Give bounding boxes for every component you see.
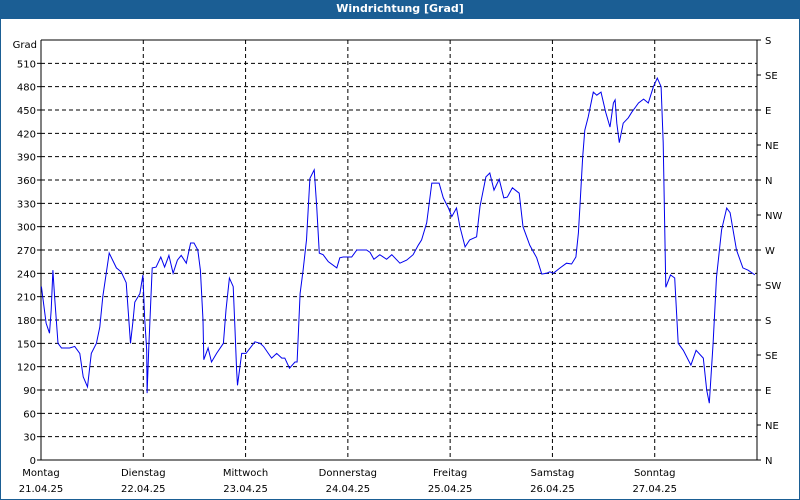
y-tick-label: 330 — [17, 199, 36, 210]
x-tick-day-label: Mittwoch — [223, 468, 268, 479]
y2-tick-label: SE — [765, 351, 778, 362]
y-tick-label: 240 — [17, 269, 36, 280]
x-tick-day-label: Montag — [22, 468, 59, 479]
x-tick-date-label: 23.04.25 — [223, 484, 268, 495]
y2-tick-label: E — [765, 106, 771, 117]
y2-tick-label: N — [765, 176, 772, 187]
y-tick-label: 210 — [17, 293, 36, 304]
y2-tick-label: S — [765, 36, 771, 47]
x-tick-day-label: Sonntag — [634, 468, 676, 479]
y-tick-label: 90 — [23, 386, 36, 397]
y-tick-label: 480 — [17, 83, 36, 94]
y2-tick-label: SW — [765, 281, 781, 292]
y-tick-label: 180 — [17, 316, 36, 327]
y-tick-label: 150 — [17, 339, 36, 350]
x-tick-date-label: 25.04.25 — [428, 484, 473, 495]
y-tick-label: 360 — [17, 176, 36, 187]
y2-tick-label: NW — [765, 211, 782, 222]
x-tick-day-label: Donnerstag — [319, 468, 377, 479]
x-tick-date-label: 27.04.25 — [632, 484, 677, 495]
y2-tick-label: NE — [765, 141, 779, 152]
chart-window: Windrichtung [Grad] Grad 0 30 60 90 120 150 18… — [0, 0, 800, 500]
y2-tick-label: NE — [765, 421, 779, 432]
y2-tick-label: SE — [765, 71, 778, 82]
y-axis-label: Grad — [13, 40, 37, 51]
x-tick-day-label: Samstag — [531, 468, 575, 479]
x-tick-date-label: 21.04.25 — [19, 484, 64, 495]
y-tick-label: 510 — [17, 59, 36, 70]
y2-tick-label: N — [765, 456, 772, 467]
x-tick-date-label: 24.04.25 — [326, 484, 371, 495]
y-tick-label: 420 — [17, 129, 36, 140]
x-tick-date-label: 26.04.25 — [530, 484, 575, 495]
x-tick-day-label: Freitag — [433, 468, 467, 479]
x-tick-day-label: Dienstag — [121, 468, 166, 479]
y-tick-label: 270 — [17, 246, 36, 257]
series-line-windrichtung — [40, 76, 756, 404]
y-tick-label: 300 — [17, 223, 36, 234]
y-tick-label: 390 — [17, 153, 36, 164]
y-tick-label: 120 — [17, 363, 36, 374]
y-tick-label: 0 — [30, 456, 36, 467]
y-tick-label: 450 — [17, 106, 36, 117]
x-tick-date-label: 22.04.25 — [121, 484, 166, 495]
y2-tick-label: E — [765, 386, 771, 397]
y-tick-label: 60 — [23, 409, 36, 420]
gridlines — [41, 40, 757, 460]
y2-tick-label: W — [765, 246, 775, 257]
y2-tick-label: S — [765, 316, 771, 327]
wind-direction-chart: Grad 0 30 60 90 120 150 180 210 240 270 300 330 360 3… — [13, 36, 783, 495]
y-tick-label: 30 — [23, 433, 36, 444]
